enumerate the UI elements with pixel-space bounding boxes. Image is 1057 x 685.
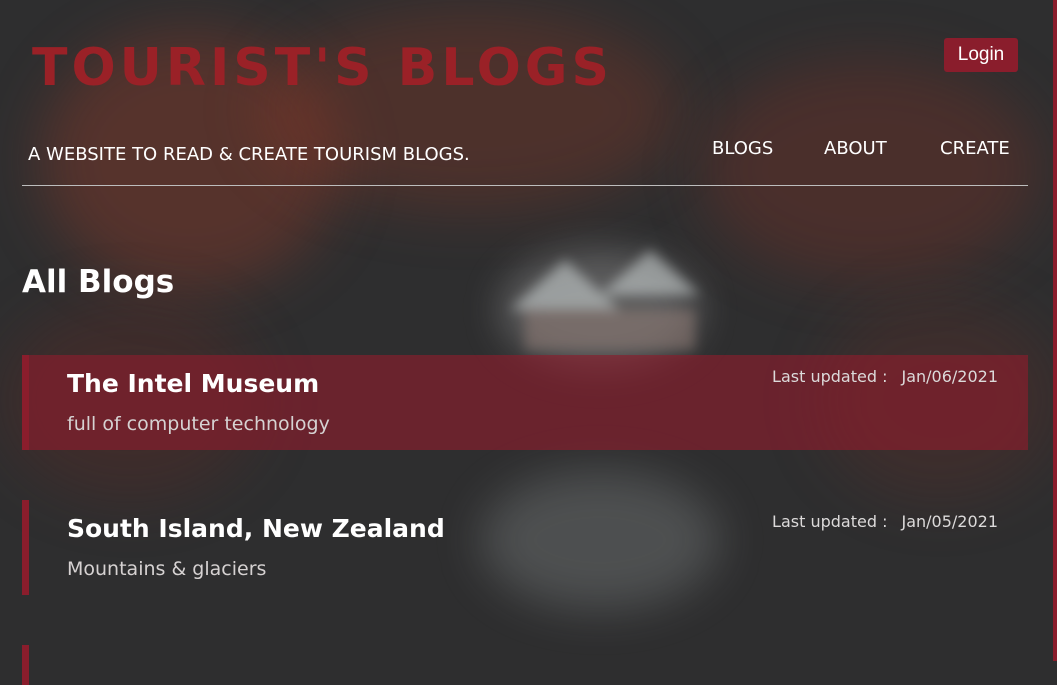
blog-card[interactable]: South Island, New Zealand Mountains & gl… bbox=[22, 500, 1028, 595]
nav-blogs-link[interactable]: BLOGS bbox=[712, 138, 773, 159]
blog-description: Mountains & glaciers bbox=[67, 558, 267, 580]
blog-last-updated: Last updated : Jan/05/2021 bbox=[772, 512, 998, 531]
site-title: TOURIST'S BLOGS bbox=[32, 38, 613, 98]
blog-description: full of computer technology bbox=[67, 413, 330, 435]
login-button[interactable]: Login bbox=[944, 38, 1018, 72]
last-updated-label: Last updated : bbox=[772, 367, 888, 386]
last-updated-date: Jan/05/2021 bbox=[901, 512, 998, 531]
blog-title[interactable]: The Intel Museum bbox=[67, 369, 319, 398]
blog-card-partial[interactable] bbox=[22, 645, 1028, 685]
blog-card[interactable]: The Intel Museum full of computer techno… bbox=[22, 355, 1028, 450]
last-updated-label: Last updated : bbox=[772, 512, 888, 531]
section-title: All Blogs bbox=[22, 264, 175, 300]
main-nav: BLOGS ABOUT CREATE bbox=[0, 138, 1057, 168]
header-divider bbox=[22, 185, 1028, 186]
scroll-edge-accent bbox=[1053, 0, 1057, 661]
blog-title[interactable]: South Island, New Zealand bbox=[67, 514, 445, 543]
nav-about-link[interactable]: ABOUT bbox=[824, 138, 887, 159]
last-updated-date: Jan/06/2021 bbox=[901, 367, 998, 386]
blog-last-updated: Last updated : Jan/06/2021 bbox=[772, 367, 998, 386]
nav-create-link[interactable]: CREATE bbox=[940, 138, 1010, 159]
